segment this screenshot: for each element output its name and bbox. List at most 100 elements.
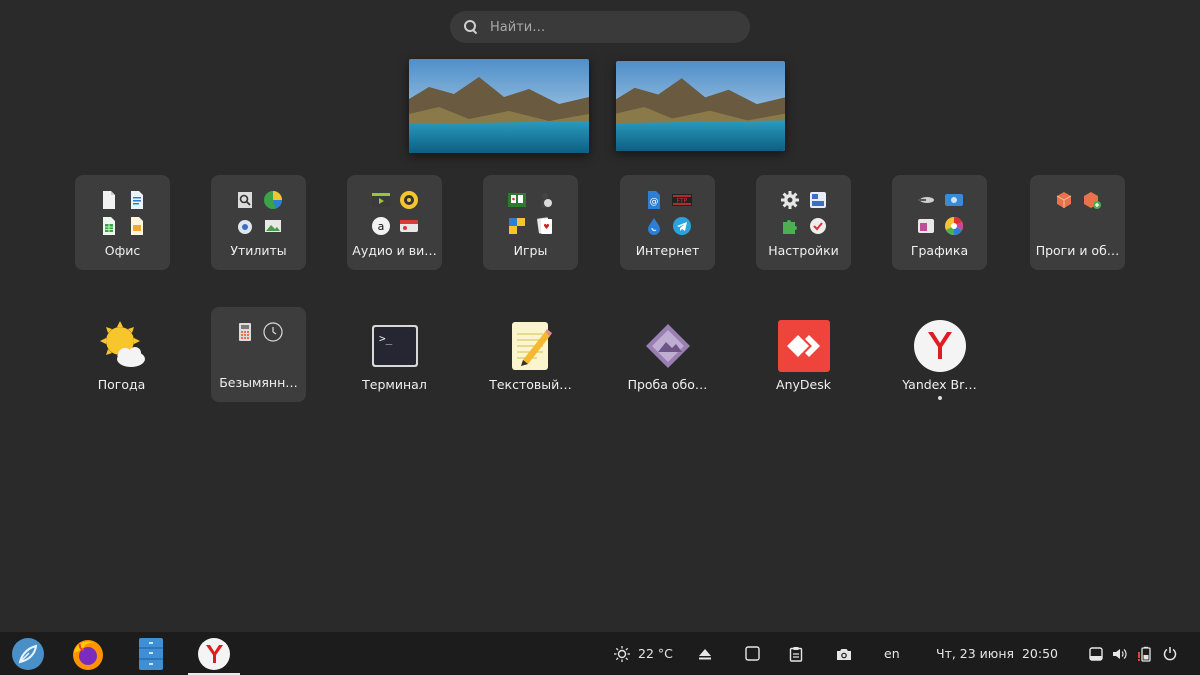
firefox-icon xyxy=(73,640,103,670)
svg-text:FTP: FTP xyxy=(676,198,687,205)
torrent-icon xyxy=(647,218,660,235)
text-editor-icon xyxy=(511,322,552,370)
app-wallpaper-test[interactable]: Проба обо… xyxy=(620,307,715,402)
folder-graphics[interactable]: Графика xyxy=(892,175,987,270)
settings-tool-icon xyxy=(237,220,252,234)
yandex-browser-icon xyxy=(913,320,966,372)
calculator-icon xyxy=(238,323,251,341)
folder-label: Аудио и ви… xyxy=(352,243,437,258)
app-text-editor[interactable]: Текстовый… xyxy=(483,307,578,402)
app-weather[interactable]: Погода xyxy=(74,307,169,402)
files-button[interactable] xyxy=(133,636,169,672)
wallpaper-image xyxy=(616,61,785,151)
package-icon xyxy=(1056,192,1071,208)
scanner-icon xyxy=(917,197,934,203)
solitaire-icon xyxy=(507,193,526,207)
eject-button[interactable] xyxy=(698,632,712,675)
anydesk-icon xyxy=(777,320,830,372)
running-indicator xyxy=(937,396,942,400)
clock[interactable]: Чт, 23 июня 20:50 xyxy=(936,632,1058,675)
search-input[interactable] xyxy=(490,19,730,35)
color-picker-icon xyxy=(944,217,963,235)
files-icon xyxy=(139,638,163,670)
ftp-icon: FTP xyxy=(671,194,692,206)
screenshot-button[interactable] xyxy=(836,632,852,675)
cards-icon: ♥ xyxy=(536,217,552,234)
keyboard-layout-label: en xyxy=(884,646,900,661)
battery-button[interactable] xyxy=(1137,632,1153,675)
recorder-icon xyxy=(399,220,418,232)
image-viewer-icon xyxy=(264,220,281,232)
folder-unnamed[interactable]: Безымянн… xyxy=(211,307,306,402)
folder-label: Настройки xyxy=(768,243,839,258)
folder-internet[interactable]: @ FTP Интернет xyxy=(620,175,715,270)
puzzle-icon xyxy=(508,218,525,234)
menu-icon xyxy=(12,638,44,670)
clock-datetime: Чт, 23 июня 20:50 xyxy=(936,646,1058,661)
extensions-icon xyxy=(782,220,797,234)
window-icon-button[interactable] xyxy=(1089,632,1103,675)
workspace-indicator[interactable] xyxy=(745,632,760,675)
app-label: Погода xyxy=(97,377,146,392)
weather-icon xyxy=(99,321,145,367)
writer-icon xyxy=(130,191,143,209)
battery-warning-icon xyxy=(1138,646,1151,662)
clock-icon xyxy=(262,322,283,342)
folder-settings[interactable]: Настройки xyxy=(756,175,851,270)
workspace-thumbnail-2[interactable] xyxy=(616,61,785,151)
app-yandex-browser[interactable]: Yandex Br… xyxy=(892,307,987,402)
app-label: Текстовый… xyxy=(489,377,572,392)
keyboard-layout[interactable]: en xyxy=(884,632,900,675)
folder-label: Утилиты xyxy=(230,243,287,258)
power-icon xyxy=(1163,647,1177,661)
chess-icon xyxy=(540,193,552,208)
weather-indicator[interactable]: 22 °C xyxy=(614,632,673,675)
email-icon: @ xyxy=(647,191,660,209)
menu-button[interactable] xyxy=(10,636,46,672)
taskbar: 22 °C en Чт, 23 июня 20:50 xyxy=(0,632,1200,675)
yandex-browser-taskbar-button[interactable] xyxy=(188,636,240,675)
audacity-icon: a xyxy=(371,217,390,235)
clipboard-button[interactable] xyxy=(789,632,803,675)
package-install-icon xyxy=(1083,192,1101,209)
app-label: Проба обо… xyxy=(627,377,708,392)
folder-programs[interactable]: Проги и об… xyxy=(1030,175,1125,270)
terminal-icon: >_ xyxy=(371,325,418,367)
folder-games[interactable]: ♥ Игры xyxy=(483,175,578,270)
power-button[interactable] xyxy=(1163,632,1177,675)
svg-text:@: @ xyxy=(649,197,658,207)
folder-label: Проги и об… xyxy=(1035,243,1120,258)
update-icon xyxy=(809,218,826,234)
paint-icon xyxy=(917,219,934,233)
folder-audio-video[interactable]: a Аудио и ви… xyxy=(347,175,442,270)
svg-text:a: a xyxy=(377,220,384,233)
volume-icon xyxy=(1113,648,1127,659)
folder-office[interactable]: Офис xyxy=(75,175,170,270)
draw-icon xyxy=(130,217,143,235)
rhythmbox-icon xyxy=(399,191,418,209)
video-editor-icon xyxy=(371,193,390,207)
telegram-icon xyxy=(672,217,691,235)
window-icon xyxy=(1089,646,1103,661)
disk-usage-icon xyxy=(263,191,282,209)
wallpaper-test-icon xyxy=(645,324,690,368)
folder-label: Игры xyxy=(513,243,548,258)
app-terminal[interactable]: >_ Терминал xyxy=(347,307,442,402)
eject-icon xyxy=(699,648,711,659)
gear-icon xyxy=(780,191,799,209)
folder-utilities[interactable]: Утилиты xyxy=(211,175,306,270)
camera-icon xyxy=(837,648,851,660)
firefox-button[interactable] xyxy=(70,636,106,672)
app-label: Терминал xyxy=(362,377,427,392)
square-icon xyxy=(745,646,760,661)
volume-button[interactable] xyxy=(1112,632,1128,675)
folder-label: Безымянн… xyxy=(219,375,298,390)
document-icon xyxy=(102,191,115,209)
app-label: AnyDesk xyxy=(776,377,831,392)
folder-label: Интернет xyxy=(635,243,700,258)
svg-text:♥: ♥ xyxy=(543,223,549,231)
spreadsheet-icon xyxy=(102,217,115,235)
search-bar[interactable] xyxy=(450,11,750,43)
workspace-thumbnail-1[interactable] xyxy=(409,59,589,153)
app-anydesk[interactable]: AnyDesk xyxy=(756,307,851,402)
